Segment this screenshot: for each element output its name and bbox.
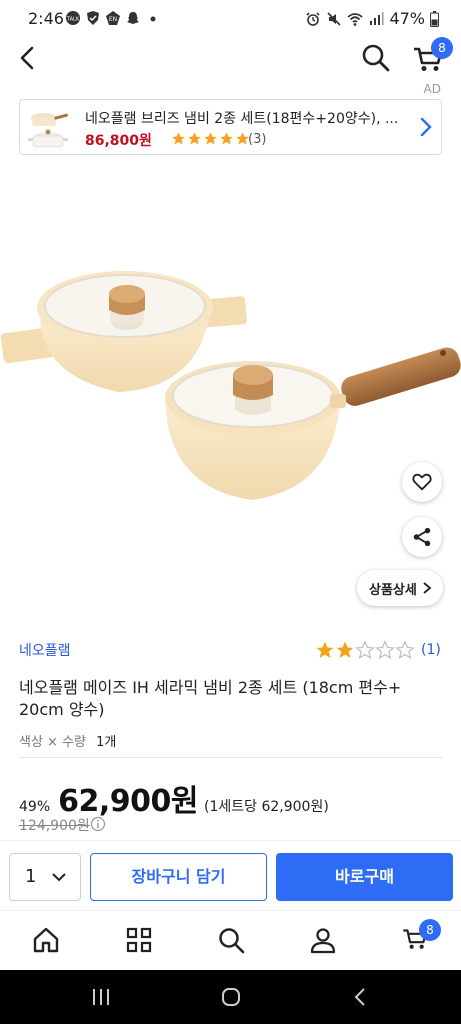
chevron-right-icon[interactable] <box>419 116 433 138</box>
recent-apps-icon[interactable] <box>90 987 112 1007</box>
ad-stars <box>171 131 250 146</box>
ad-label: AD <box>423 82 441 96</box>
star-empty-icon <box>355 640 375 660</box>
bottom-cart-badge: 8 <box>419 919 441 941</box>
user-icon[interactable] <box>308 925 338 955</box>
original-price: 124,900원 <box>19 818 90 834</box>
star-empty-icon <box>395 640 415 660</box>
search-icon[interactable] <box>216 925 246 955</box>
wifi-icon <box>347 12 364 26</box>
star-icon <box>172 132 185 145</box>
home-button-icon[interactable] <box>220 987 242 1007</box>
star-empty-icon <box>375 640 395 660</box>
alarm-icon <box>306 11 321 26</box>
search-icon[interactable] <box>358 41 392 75</box>
shield-icon <box>87 11 99 25</box>
info-icon[interactable] <box>90 816 106 832</box>
unit-price: (1세트당 62,900원) <box>204 799 329 815</box>
ad-banner[interactable]: 네오플램 브리즈 냄비 2종 세트(18편수+20양수), ... 86,800… <box>19 99 442 155</box>
snapchat-icon <box>127 12 139 24</box>
rating-count: (1) <box>421 642 441 658</box>
bottom-nav: 8 <box>0 910 461 970</box>
talk-icon: TALK <box>66 11 80 25</box>
ad-thumbnail <box>28 113 68 148</box>
share-button[interactable] <box>402 517 442 557</box>
purchase-bar: 1 장바구니 담기 바로구매 <box>0 840 461 910</box>
star-icon <box>220 132 233 145</box>
home-icon[interactable] <box>31 925 61 955</box>
svg-text:TALK: TALK <box>66 17 80 23</box>
chevron-down-icon <box>52 873 66 882</box>
price-row: 49% 62,900원 (1세트당 62,900원) <box>19 776 329 820</box>
star-icon <box>188 132 201 145</box>
back-icon[interactable] <box>14 42 42 74</box>
buy-now-button[interactable]: 바로구매 <box>276 853 453 901</box>
quantity-value: 1 <box>25 866 37 887</box>
signal-icon <box>370 11 384 25</box>
status-right: 47% <box>305 9 439 28</box>
dot-icon <box>150 16 156 22</box>
option-summary: 색상 × 수량 1개 <box>19 731 116 750</box>
sale-price: 62,900원 <box>58 784 198 819</box>
ad-price: 86,800원 <box>85 133 152 149</box>
brand-link[interactable]: 네오플램 <box>19 640 71 660</box>
ad-rating-count: (3) <box>248 132 267 147</box>
add-to-cart-button[interactable]: 장바구니 담기 <box>90 853 267 901</box>
ad-title: 네오플램 브리즈 냄비 2종 세트(18편수+20양수), ... <box>85 111 399 127</box>
star-filled-icon <box>316 641 334 658</box>
cart-badge: 8 <box>431 37 453 59</box>
category-icon[interactable] <box>124 925 154 955</box>
chevron-right-icon <box>423 582 432 594</box>
wishlist-button[interactable] <box>402 462 442 502</box>
status-time: 2:46 <box>28 9 64 28</box>
svg-text:EN: EN <box>109 16 117 23</box>
product-detail-label: 상품상세 <box>369 582 417 598</box>
mute-icon <box>327 11 342 26</box>
star-icon <box>204 132 217 145</box>
top-nav: 8 <box>0 36 461 80</box>
status-left-icons: TALK EN <box>65 10 161 26</box>
product-image[interactable] <box>0 170 461 610</box>
product-detail-button[interactable]: 상품상세 <box>357 570 443 606</box>
status-bar: 2:46 TALK EN 47% <box>0 0 461 36</box>
discount-rate: 49% <box>19 799 51 815</box>
share-icon <box>413 527 431 547</box>
product-title: 네오플램 메이즈 IH 세라믹 냄비 2종 세트 (18cm 편수+ 20cm … <box>19 678 402 719</box>
battery-icon <box>430 10 439 27</box>
option-quantity: 1개 <box>96 735 117 750</box>
cart-button[interactable]: 8 <box>410 37 453 75</box>
back-button-icon[interactable] <box>352 987 368 1007</box>
divider <box>19 757 442 758</box>
en-icon: EN <box>106 11 120 25</box>
product-page: 2:46 TALK EN 47% 8 AD 네오플램 브리즈 냄비 2종 세트(… <box>0 0 461 1024</box>
battery-percent: 47% <box>389 9 425 28</box>
heart-icon <box>412 473 432 491</box>
product-rating[interactable]: (1) <box>315 640 441 660</box>
quantity-select[interactable]: 1 <box>9 853 81 901</box>
bottom-cart-button[interactable]: 8 <box>400 919 441 955</box>
option-label: 색상 × 수량 <box>19 735 86 750</box>
star-filled-icon <box>336 641 354 658</box>
system-nav-bar <box>0 970 461 1024</box>
